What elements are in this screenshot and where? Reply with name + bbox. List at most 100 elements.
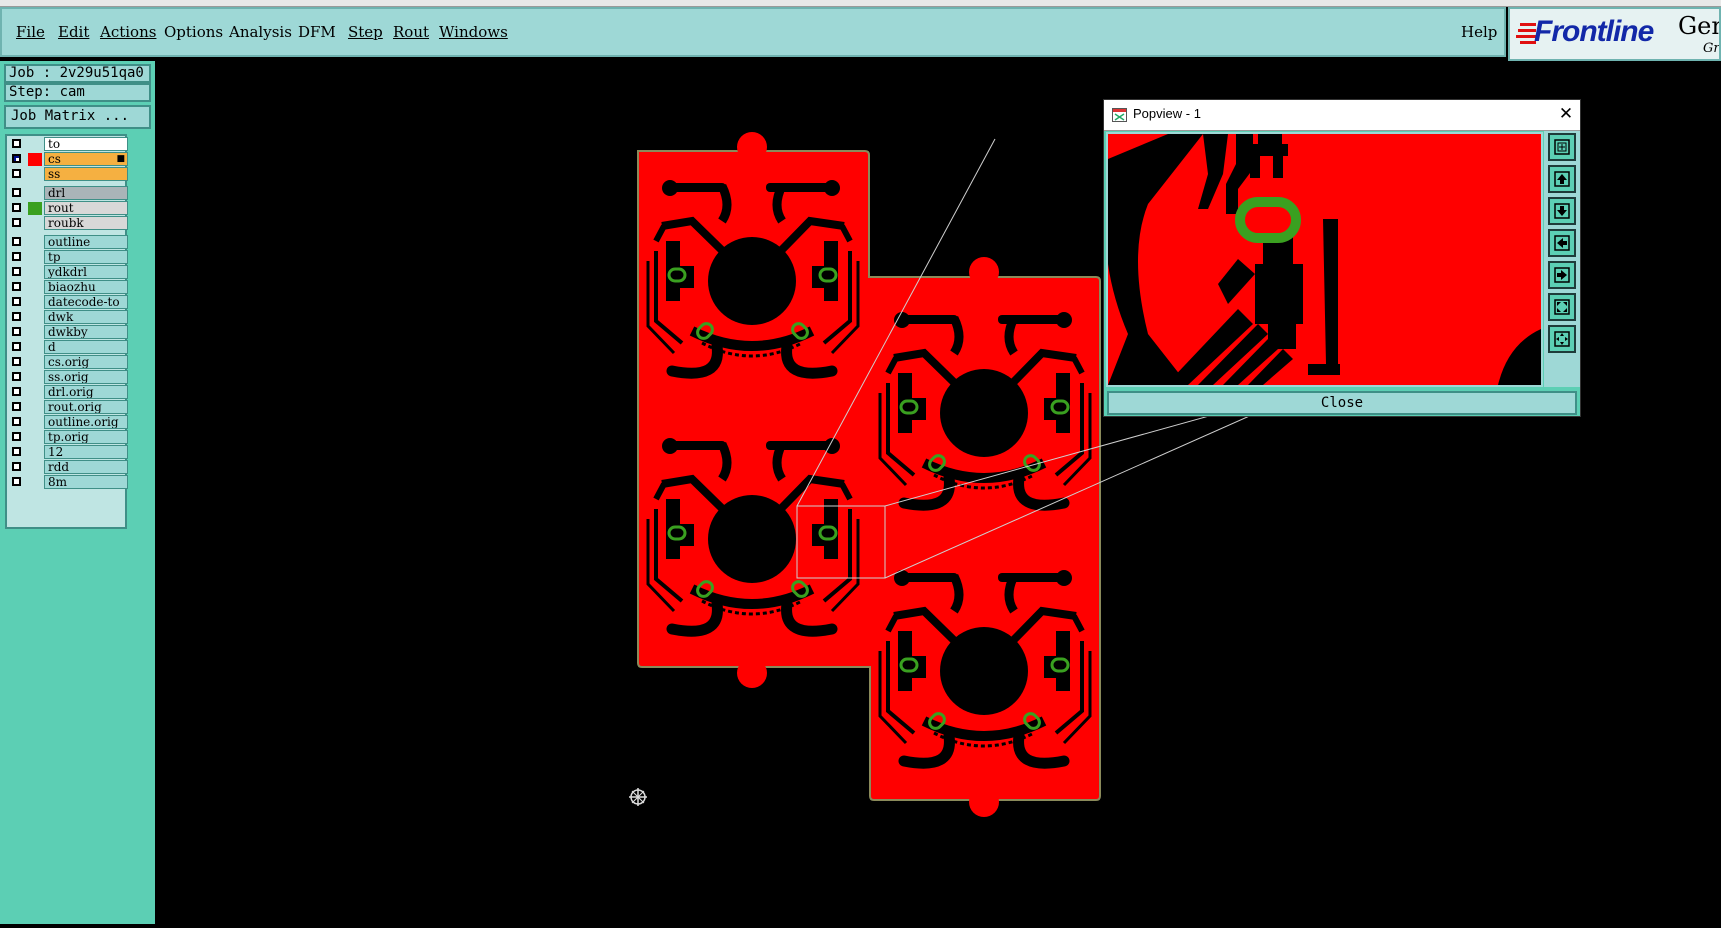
layer-name[interactable]: cs.orig [44,355,128,369]
layer-name[interactable]: biaozhu [44,280,128,294]
step-name-label: Step: cam [4,83,151,102]
app-window-icon [1112,108,1127,122]
menu-step[interactable]: Step [348,23,383,41]
layer-row-tp[interactable]: tp [7,250,128,265]
layer-checkbox[interactable] [12,188,21,197]
layer-checkbox[interactable] [12,417,21,426]
menu-actions[interactable]: Actions [100,23,156,41]
layer-row-rdd[interactable]: rdd [7,460,128,475]
layer-name[interactable]: dwk [44,310,128,324]
close-button[interactable]: Close [1107,391,1577,415]
layer-checkbox[interactable] [12,203,21,212]
layer-checkbox[interactable] [12,462,21,471]
layer-name[interactable]: ss [44,167,128,181]
layer-checkbox[interactable] [12,154,21,163]
layer-row-dwkby[interactable]: dwkby [7,325,128,340]
layer-row-dwk[interactable]: dwk [7,310,128,325]
layer-row-d[interactable]: d [7,340,128,355]
layer-checkbox[interactable] [12,297,21,306]
layer-name[interactable]: ss.orig [44,370,128,384]
layer-row-to[interactable]: to [7,137,128,152]
layer-name[interactable]: cs ■ [44,152,128,166]
layer-name[interactable]: dwkby [44,325,128,339]
layer-row-drl-orig[interactable]: drl.orig [7,385,128,400]
logo-subtitle: Gra [1703,41,1720,56]
pan-up-button[interactable] [1548,165,1576,193]
layer-row-12[interactable]: 12 [7,445,128,460]
job-name-label: Job : 2v29u51qa0 [4,64,151,83]
layer-name[interactable]: ydkdrl [44,265,128,279]
layer-row-cs[interactable]: cs ■ [7,152,128,167]
layer-checkbox[interactable] [12,282,21,291]
pan-down-icon [1554,203,1570,219]
layer-row-outline-orig[interactable]: outline.orig [7,415,128,430]
layer-checkbox[interactable] [12,447,21,456]
menu-help[interactable]: Help [1461,23,1497,41]
close-icon[interactable]: ✕ [1557,104,1575,124]
layer-row-rout[interactable]: rout [7,201,128,216]
layer-checkbox[interactable] [12,237,21,246]
layer-row-8m[interactable]: 8m [7,475,128,490]
popview-titlebar[interactable]: Popview - 1 ✕ [1104,100,1580,131]
layer-checkbox[interactable] [12,372,21,381]
menu-rout[interactable]: Rout [393,23,429,41]
layer-checkbox[interactable] [12,312,21,321]
zoom-fit-button[interactable] [1548,293,1576,321]
layer-name[interactable]: drl.orig [44,385,128,399]
job-matrix-button[interactable]: Job Matrix ... [4,105,151,129]
layer-checkbox[interactable] [12,252,21,261]
layer-row-outline[interactable]: outline [7,235,128,250]
layer-row-drl[interactable]: drl [7,186,128,201]
pan-right-button[interactable] [1548,261,1576,289]
layer-checkbox[interactable] [12,402,21,411]
layer-name[interactable]: outline [44,235,128,249]
layer-row-roubk[interactable]: roubk [7,216,128,231]
menu-windows[interactable]: Windows [439,23,508,41]
layer-checkbox[interactable] [12,267,21,276]
zoom-out-button[interactable] [1548,325,1576,353]
layer-row-ydkdrl[interactable]: ydkdrl [7,265,128,280]
menu-analysis[interactable]: Analysis [229,23,292,41]
frontline-logo: Frontline Gen Gra [1508,7,1721,61]
pan-left-button[interactable] [1548,229,1576,257]
layer-name[interactable]: tp.orig [44,430,128,444]
zoom-in-button[interactable] [1548,133,1576,161]
layer-name[interactable]: 12 [44,445,128,459]
popview-zoom-view[interactable] [1106,132,1543,387]
layer-name[interactable]: outline.orig [44,415,128,429]
layer-row-ss-orig[interactable]: ss.orig [7,370,128,385]
layer-name[interactable]: drl [44,186,128,200]
layer-row-ss[interactable]: ss [7,167,128,182]
layer-checkbox[interactable] [12,342,21,351]
layer-name[interactable]: rout.orig [44,400,128,414]
layer-name[interactable]: d [44,340,128,354]
layer-checkbox[interactable] [12,169,21,178]
menu-edit[interactable]: Edit [58,23,89,41]
pan-down-button[interactable] [1548,197,1576,225]
layer-name[interactable]: roubk [44,216,128,230]
layer-name[interactable]: rout [44,201,128,215]
menu-dfm[interactable]: DFM [298,23,336,41]
layer-row-cs-orig[interactable]: cs.orig [7,355,128,370]
layer-name[interactable]: tp [44,250,128,264]
layer-row-tp-orig[interactable]: tp.orig [7,430,128,445]
layer-checkbox[interactable] [12,218,21,227]
layer-checkbox[interactable] [12,357,21,366]
layer-checkbox[interactable] [12,139,21,148]
layer-row-biaozhu[interactable]: biaozhu [7,280,128,295]
layer-name[interactable]: datecode-to [44,295,128,309]
layer-row-datecode-to[interactable]: datecode-to [7,295,128,310]
layer-checkbox[interactable] [12,477,21,486]
layer-checkbox[interactable] [12,387,21,396]
menu-file[interactable]: File [16,23,45,41]
layer-name[interactable]: 8m [44,475,128,489]
layer-color-swatch [28,153,42,166]
layer-name[interactable]: to [44,137,128,151]
layer-checkbox[interactable] [12,327,21,336]
menu-options[interactable]: Options [164,23,223,41]
pan-up-icon [1554,171,1570,187]
layer-checkbox[interactable] [12,432,21,441]
zoom-out-icon [1554,331,1570,347]
layer-row-rout-orig[interactable]: rout.orig [7,400,128,415]
layer-name[interactable]: rdd [44,460,128,474]
